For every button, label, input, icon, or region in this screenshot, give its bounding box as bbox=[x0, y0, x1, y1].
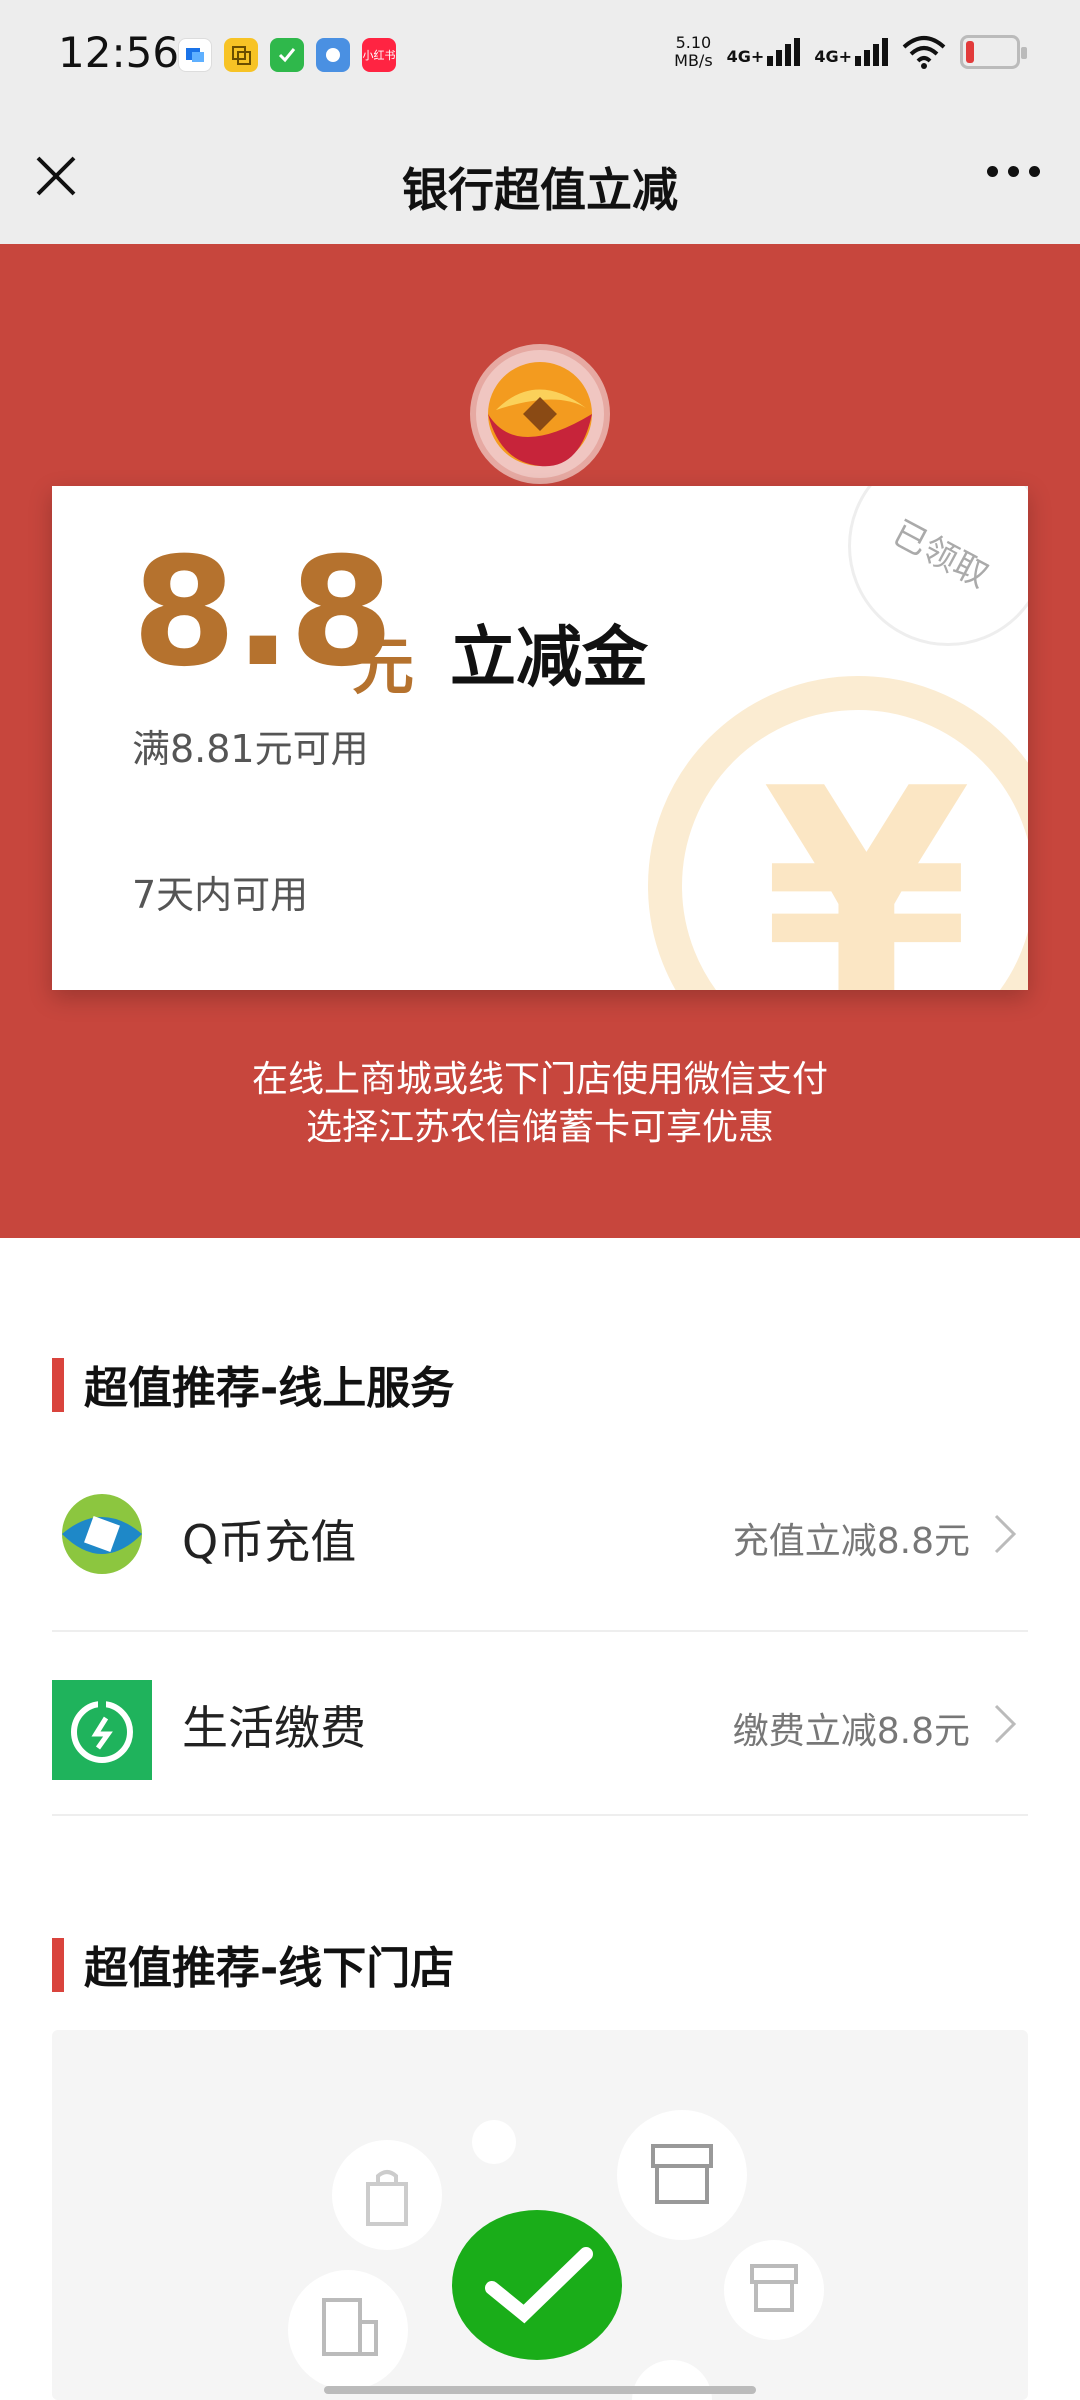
signal-bars-icon bbox=[855, 38, 888, 66]
shopping-bag-icon bbox=[332, 2140, 442, 2250]
notification-icons: 小红书 bbox=[178, 38, 396, 72]
coupon-label: 立减金 bbox=[450, 619, 648, 696]
wechat-pay-icon bbox=[452, 2210, 622, 2360]
item-name: 生活缴费 bbox=[182, 1701, 366, 1755]
coupon-condition: 满8.81元可用 bbox=[132, 727, 369, 771]
status-right: 5.10 MB/s 4G+ 4G+ bbox=[674, 33, 1027, 70]
coupon-card: ¥ 已领取 8.8 元 立减金 满8.81元可用 7天内可用 bbox=[52, 486, 1028, 990]
signal-bars-icon bbox=[767, 38, 801, 66]
item-name: Q币充值 bbox=[182, 1515, 357, 1569]
list-item-q-coin[interactable]: Q币充值 充值立减8.8元 bbox=[52, 1448, 1028, 1632]
list-item-utility[interactable]: 生活缴费 缴费立减8.8元 bbox=[52, 1632, 1028, 1816]
coupon-unit: 元 bbox=[352, 630, 415, 703]
app-icon-1 bbox=[178, 38, 212, 72]
page-title: 银行超值立减 bbox=[402, 163, 678, 217]
section-title-online: 超值推荐-线上服务 bbox=[52, 1352, 454, 1416]
receipt-icon bbox=[288, 2270, 408, 2390]
nav-bar: 银行超值立减 bbox=[0, 110, 1080, 244]
battery-icon bbox=[960, 35, 1027, 69]
offline-store-banner[interactable] bbox=[52, 2030, 1028, 2400]
signal-1: 4G+ bbox=[727, 38, 801, 66]
coupon-validity: 7天内可用 bbox=[132, 873, 309, 917]
storefront-icon bbox=[617, 2110, 747, 2240]
copy-app-icon bbox=[224, 38, 258, 72]
chevron-right-icon bbox=[994, 1704, 1017, 1744]
yen-watermark-icon: ¥ bbox=[648, 676, 1028, 990]
files-app-icon bbox=[316, 38, 350, 72]
bank-logo-icon bbox=[470, 344, 610, 484]
q-coin-icon bbox=[62, 1494, 142, 1574]
xiaohongshu-icon: 小红书 bbox=[362, 38, 396, 72]
home-indicator[interactable] bbox=[324, 2386, 756, 2394]
storefront-small-icon bbox=[724, 2240, 824, 2340]
signal-2: 4G+ bbox=[814, 38, 888, 66]
decor-dot bbox=[632, 2360, 712, 2400]
task-app-icon bbox=[270, 38, 304, 72]
hero-description: 在线上商城或线下门店使用微信支付 选择江苏农信储蓄卡可享优惠 bbox=[251, 1059, 828, 1148]
status-time: 12:56 bbox=[58, 28, 180, 77]
wifi-icon bbox=[902, 36, 946, 69]
chevron-right-icon bbox=[994, 1514, 1017, 1554]
utility-payment-icon bbox=[52, 1680, 152, 1780]
more-menu-icon[interactable] bbox=[987, 166, 1040, 177]
item-offer: 缴费立减8.8元 bbox=[732, 1711, 970, 1752]
hero-banner: ¥ 已领取 8.8 元 立减金 满8.81元可用 7天内可用 在线上商城或线下门… bbox=[0, 244, 1080, 1238]
section-title-offline: 超值推荐-线下门店 bbox=[52, 1932, 454, 1996]
decor-dot bbox=[472, 2120, 516, 2164]
net-speed: 5.10 MB/s bbox=[674, 33, 713, 70]
claimed-stamp: 已领取 bbox=[848, 486, 1028, 646]
item-offer: 充值立减8.8元 bbox=[732, 1521, 970, 1562]
status-bar: 12:56 小红书 5.10 MB/s 4G+ 4G+ bbox=[0, 0, 1080, 110]
